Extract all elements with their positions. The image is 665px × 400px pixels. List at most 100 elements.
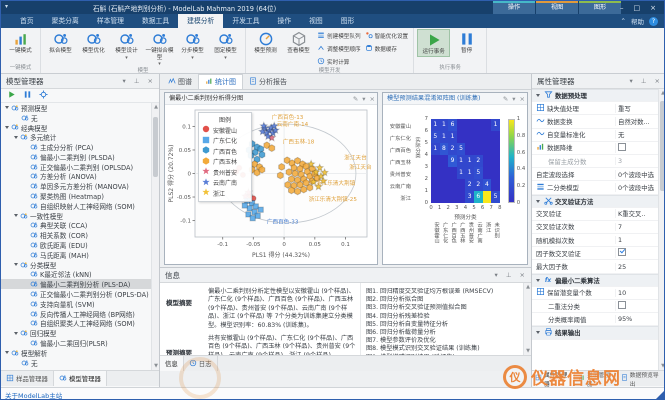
chevron-down-icon[interactable]: ▾	[512, 95, 515, 103]
figure-link[interactable]: 图6. 回归分析载荷量分析	[366, 329, 516, 337]
property-row-缺失值处理[interactable]: 缺失值处理 重写	[532, 102, 659, 116]
property-row-保留主成分数[interactable]: 保留主成分数 3	[532, 155, 659, 169]
ribbon-button-模型预测[interactable]: 模型预测	[249, 29, 282, 55]
left-tab-模型管理器[interactable]: 模型管理器	[53, 371, 107, 386]
property-row-二分类模型[interactable]: 二分类模型 0个波段中选	[532, 181, 659, 195]
expander-icon[interactable]	[5, 106, 9, 110]
property-row-保留潜变量个数[interactable]: 保留潜变量个数 10	[532, 287, 659, 300]
tree-item-聚类热图 (Heatmap)[interactable]: 聚类热图 (Heatmap)	[1, 191, 152, 201]
checkbox-unchecked[interactable]	[618, 301, 626, 310]
tree-item-无[interactable]: 无	[1, 358, 152, 368]
close-icon[interactable]: ×	[370, 95, 375, 103]
property-value[interactable]: 7	[615, 222, 659, 231]
section-expander-icon[interactable]	[536, 199, 540, 203]
tree-item-自组织映射人工神经网络 (SOM)[interactable]: 自组织映射人工神经网络 (SOM)	[1, 201, 152, 211]
checkbox-unchecked[interactable]	[618, 142, 626, 151]
ribbon-button-查看模型[interactable]: 查看模型	[282, 29, 315, 55]
ribbon-small-button-智能优化设置[interactable]: 智能优化设置	[365, 31, 408, 41]
property-value[interactable]: 95%	[615, 315, 659, 324]
help-label[interactable]: 帮助	[631, 16, 644, 26]
legend-item-广西百色[interactable]: 广西百色	[202, 146, 248, 157]
ribbon-small-button-数据缓存[interactable]: 数据缓存	[365, 44, 409, 54]
ribbon-tab-6[interactable]: 操作	[269, 14, 301, 28]
property-value[interactable]: 自然对数...	[615, 116, 659, 126]
contextual-group-0[interactable]: 操作	[493, 1, 535, 14]
legend-item-广东仁化[interactable]: 广东仁化	[202, 136, 248, 147]
figure-link[interactable]: 图3. 回归分析交叉验证预测值拟合图	[366, 304, 516, 312]
checkbox-checked[interactable]	[618, 248, 626, 257]
confusion-matrix-chart[interactable]: 安徽霍山 广东仁化 广西百色 广西玉林 贵州普安 云南广南 浙江 实际分类 7 6 5 4 3 2 1 0 1 1…	[383, 105, 527, 264]
tree-item-马氏距离 (MAH)[interactable]: 马氏距离 (MAH)	[1, 250, 152, 260]
tree-scrollbar[interactable]: ▲ ▼	[151, 103, 159, 370]
scroll-up-icon[interactable]: ▲	[153, 104, 159, 110]
property-value[interactable]	[615, 142, 659, 153]
panel-header-icons[interactable]: ▾ ⊥ ×	[629, 74, 663, 89]
scroll-thumb[interactable]	[153, 117, 158, 177]
scroll-thumb[interactable]	[660, 101, 664, 191]
property-row-交叉验证[interactable]: 交叉验证 K重交叉..	[532, 208, 659, 221]
property-row-自定波段选择[interactable]: 自定波段选择 0个波段中选	[532, 168, 659, 182]
minimize-button[interactable]: –	[620, 4, 624, 12]
ribbon-small-button-调整模型顺序[interactable]: 调整模型顺序	[317, 44, 361, 54]
legend-item-贵州普安[interactable]: 贵州普安	[202, 167, 248, 178]
score-plot-chart[interactable]: -0.1 -0.05 0 0.05 0.1 -0.1 -0.05 0 0.05 0.1 PLS1 得…	[165, 105, 377, 264]
tree-item-偏最小二乘回归(PLSR)[interactable]: 偏最小二乘回归(PLSR)	[1, 338, 152, 348]
property-row-数据降维[interactable]: 数据降维	[532, 142, 659, 155]
property-row-最大因子数[interactable]: 最大因子数 25	[532, 260, 659, 274]
expander-icon[interactable]	[14, 214, 18, 218]
tree-item-预测模型[interactable]: 预测模型	[1, 103, 152, 113]
ribbon-button-模型设计[interactable]: 模型设计 ▾	[110, 29, 143, 61]
doc-tab-统计图[interactable]: 统计图	[198, 74, 243, 89]
ribbon-small-button-实时计算[interactable]: 实时计算	[317, 57, 361, 67]
scroll-down-icon[interactable]: ▼	[660, 363, 664, 369]
tree-item-单因多元方差分析 (MANOVA)[interactable]: 单因多元方差分析 (MANOVA)	[1, 181, 152, 191]
about-link[interactable]: 关于ModelLab主站	[5, 390, 62, 399]
tree-item-一致性模型[interactable]: 一致性模型	[1, 211, 152, 221]
property-row-自变量标准化[interactable]: 自变量标准化 无	[532, 129, 659, 142]
right-tab-属性管理器[interactable]: 属性管理器	[532, 371, 575, 388]
play-icon[interactable]	[7, 90, 16, 101]
expander-icon[interactable]	[14, 331, 18, 335]
expander-icon[interactable]	[14, 263, 18, 267]
left-tab-样品管理器[interactable]: 样品管理器	[1, 371, 54, 386]
tree-item-反向传播人工神经网络 (BP网络)[interactable]: 反向传播人工神经网络 (BP网络)	[1, 309, 152, 319]
close-button[interactable]: ×	[650, 4, 656, 12]
property-row-因子数交叉验证[interactable]: 因子数交叉验证	[532, 247, 659, 261]
ribbon-tab-1[interactable]: 聚类分离	[43, 14, 88, 28]
property-value[interactable]: K重交叉..	[615, 209, 659, 219]
scroll-down-icon[interactable]: ▼	[153, 363, 159, 369]
ribbon-tab-8[interactable]: 图形	[332, 14, 364, 28]
property-row-二重法分类[interactable]: 二重法分类	[532, 300, 659, 314]
info-tab-信息[interactable]: 信息	[160, 356, 184, 371]
property-value[interactable]	[615, 301, 659, 312]
pause-icon[interactable]	[23, 90, 32, 101]
tree-item-回归模型[interactable]: 回归模型	[1, 328, 152, 338]
ribbon-button-运行事务[interactable]: 运行事务	[417, 29, 451, 57]
property-value[interactable]: 重写	[615, 103, 659, 113]
help-icon[interactable]: ?	[649, 16, 658, 26]
contextual-group-1[interactable]: 视图	[536, 1, 578, 14]
tree-item-支持向量机 (SVM)[interactable]: 支持向量机 (SVM)	[1, 299, 152, 309]
ribbon-button-拟合模型[interactable]: 拟合模型	[44, 29, 77, 55]
maximize-button[interactable]: □	[634, 4, 641, 12]
collapse-ribbon-icon[interactable]: ⌃	[621, 17, 626, 25]
property-value[interactable]: 无	[615, 130, 659, 140]
ribbon-tab-3[interactable]: 数据工具	[133, 14, 178, 28]
right-tab-显示管理器[interactable]: 显示管理器	[575, 371, 618, 388]
figure-link[interactable]: 图8. 模型模式识别交叉验证结果 (训练集)	[366, 345, 516, 353]
ribbon-button-模型优化[interactable]: 模型优化	[77, 29, 110, 55]
tree-item-正交偏最小二乘判别 (OPLSDA)[interactable]: 正交偏最小二乘判别 (OPLSDA)	[1, 162, 152, 172]
ribbon-tab-0[interactable]: 首页	[11, 14, 43, 28]
quick-access-caret-icon[interactable]: ▾	[5, 3, 8, 10]
tree-item-偏最小二乘判别分析 (PLS-DA)[interactable]: 偏最小二乘判别分析 (PLS-DA)	[1, 279, 152, 289]
tree-item-典型关联 (CCA)[interactable]: 典型关联 (CCA)	[1, 221, 152, 230]
tree-item-多元统计[interactable]: 多元统计	[1, 132, 152, 142]
close-icon[interactable]: ×	[520, 95, 525, 103]
expander-icon[interactable]	[5, 125, 9, 129]
property-scrollbar[interactable]: ▲ ▼	[658, 89, 664, 370]
expander-icon[interactable]	[14, 135, 18, 139]
tree-item-相关系数 (COR)[interactable]: 相关系数 (COR)	[1, 230, 152, 240]
figure-link[interactable]: 图4. 回归分析残差检验	[366, 313, 516, 321]
tree-item-偏最小二乘判别 (PLSDA)[interactable]: 偏最小二乘判别 (PLSDA)	[1, 152, 152, 162]
tree-item-方差分析 (ANOVA)[interactable]: 方差分析 (ANOVA)	[1, 172, 152, 181]
